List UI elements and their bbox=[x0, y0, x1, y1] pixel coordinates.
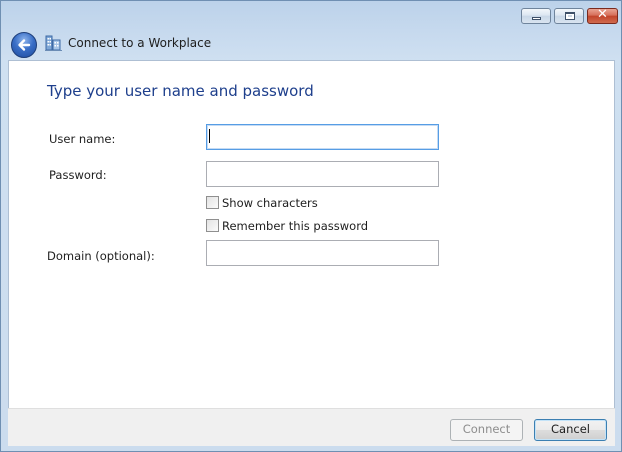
domain-input[interactable] bbox=[206, 240, 439, 266]
close-icon: ✕ bbox=[597, 7, 608, 22]
domain-label: Domain (optional): bbox=[47, 249, 155, 263]
cancel-button[interactable]: Cancel bbox=[534, 419, 607, 441]
button-bar: Connect Cancel bbox=[8, 408, 615, 446]
show-characters-checkbox[interactable] bbox=[206, 196, 219, 209]
username-input[interactable] bbox=[206, 124, 439, 150]
workplace-network-icon bbox=[45, 35, 62, 51]
window: ✕ Connect to a Workplace Type your user … bbox=[0, 0, 622, 452]
minimize-icon bbox=[532, 17, 541, 20]
show-characters-label[interactable]: Show characters bbox=[222, 196, 318, 210]
content-pane: Type your user name and password User na… bbox=[8, 60, 615, 408]
password-label: Password: bbox=[49, 168, 107, 182]
back-button[interactable] bbox=[11, 32, 37, 58]
maximize-button[interactable] bbox=[554, 8, 584, 24]
close-button[interactable]: ✕ bbox=[587, 7, 618, 24]
text-caret bbox=[209, 129, 210, 143]
page-heading: Type your user name and password bbox=[47, 82, 314, 100]
username-label: User name: bbox=[49, 132, 116, 146]
back-arrow-icon bbox=[18, 39, 31, 51]
window-title: Connect to a Workplace bbox=[68, 36, 212, 50]
remember-password-checkbox[interactable] bbox=[206, 219, 219, 232]
password-input[interactable] bbox=[206, 161, 439, 187]
maximize-icon bbox=[565, 12, 575, 20]
minimize-button[interactable] bbox=[521, 8, 551, 24]
connect-button[interactable]: Connect bbox=[450, 419, 523, 441]
remember-password-label[interactable]: Remember this password bbox=[222, 219, 368, 233]
